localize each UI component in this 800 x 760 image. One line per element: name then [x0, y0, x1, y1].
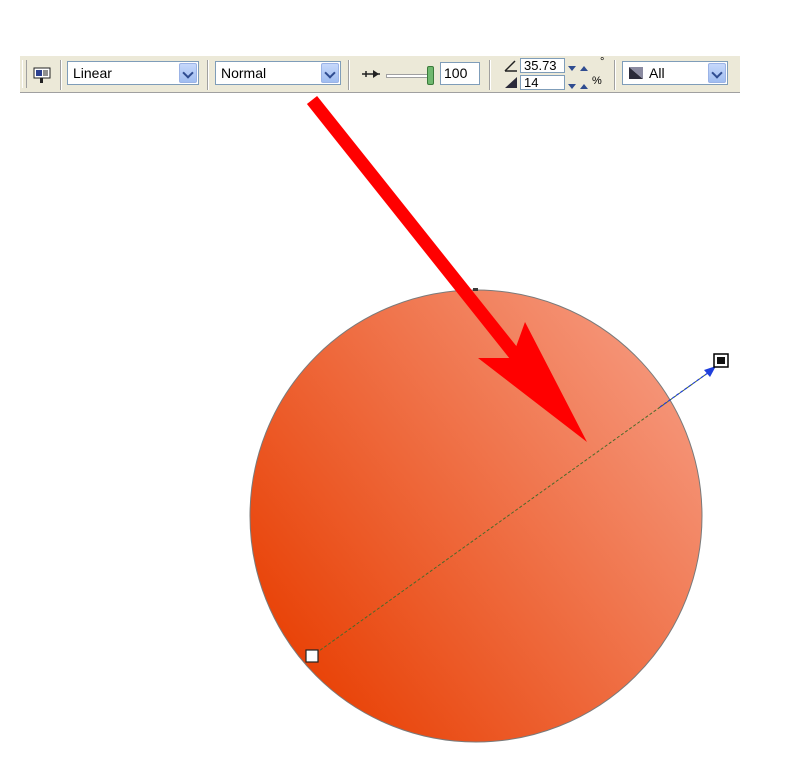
gradient-start-handle[interactable] — [305, 649, 319, 663]
gradient-end-handle-fill — [717, 357, 725, 364]
drawing-canvas[interactable] — [0, 0, 800, 760]
gradient-filled-circle[interactable] — [249, 289, 703, 743]
circle-node-top[interactable] — [473, 288, 478, 291]
